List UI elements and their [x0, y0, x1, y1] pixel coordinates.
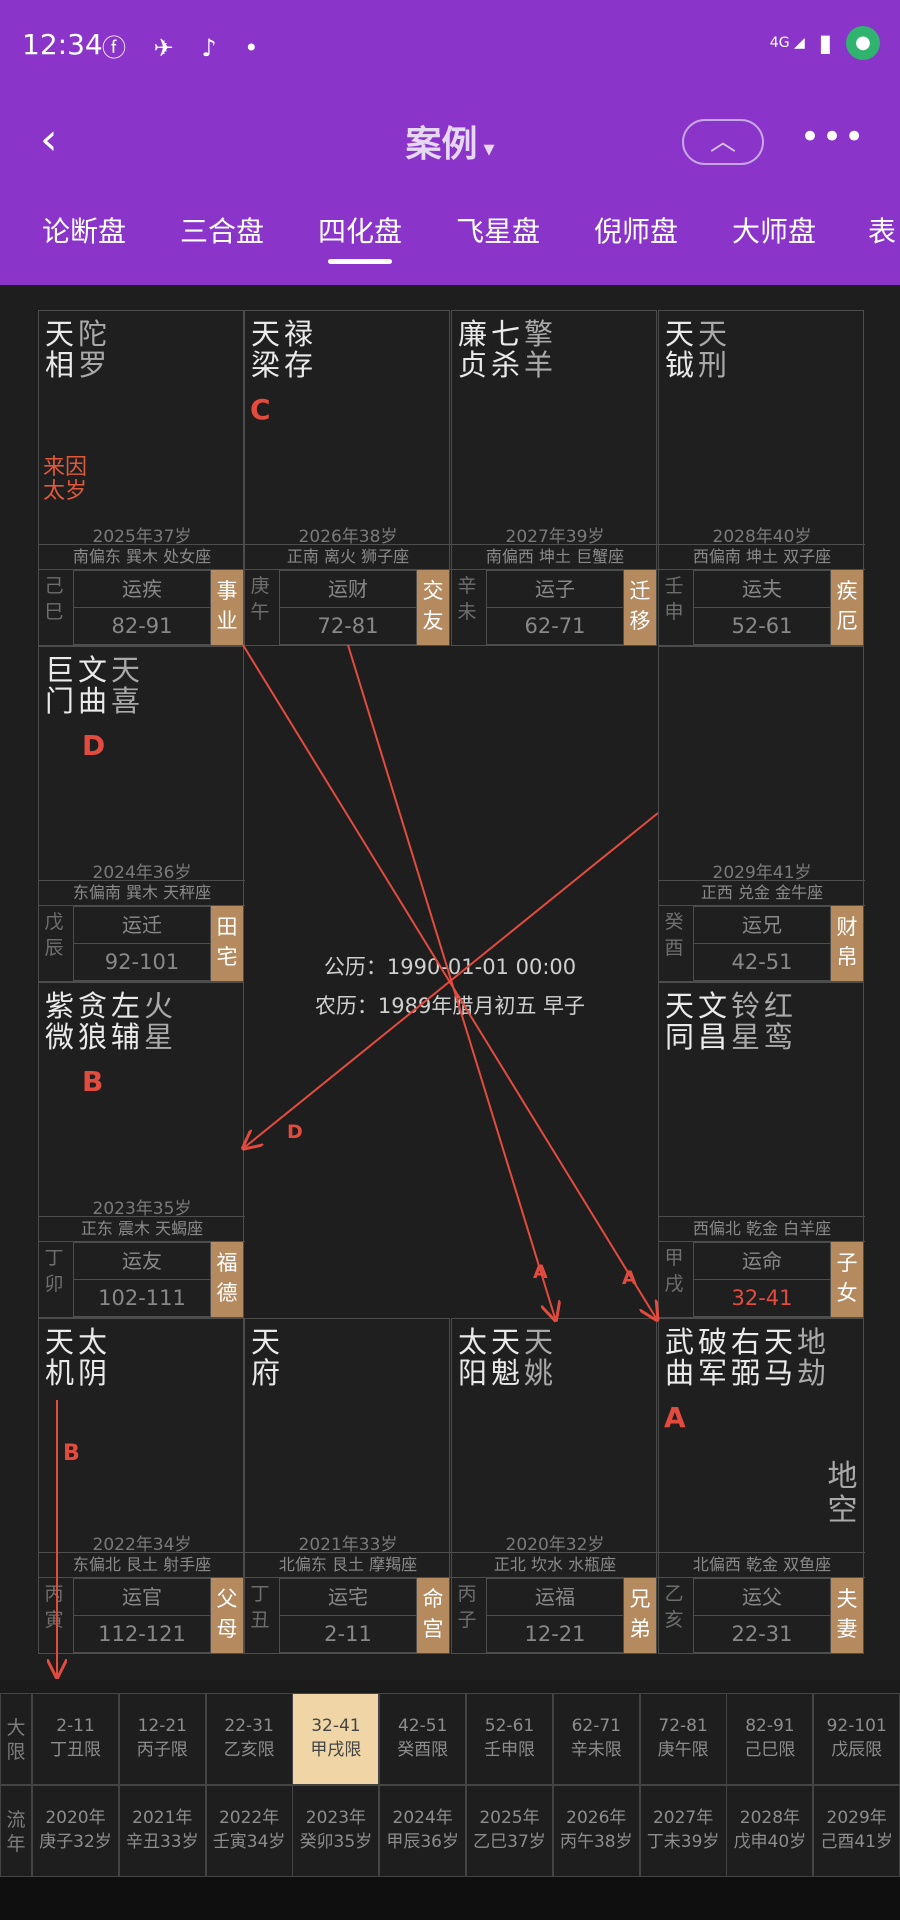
- daxian-top: 52-61: [484, 1716, 535, 1736]
- tab-nishi[interactable]: 倪师盘: [594, 210, 678, 250]
- liunian-top: 2026年: [566, 1808, 627, 1828]
- daxian-cell[interactable]: 92-101 戊辰限: [813, 1693, 900, 1785]
- liunian-bottom: 壬寅34岁: [212, 1832, 286, 1852]
- tab-sihua[interactable]: 四化盘: [318, 210, 402, 264]
- liunian-cell[interactable]: 2022年壬寅34岁: [205, 1785, 293, 1877]
- liunian-top: 2023年: [305, 1808, 367, 1828]
- liunian-top: 2022年: [218, 1808, 280, 1828]
- daxian-bottom: 庚午限: [657, 1740, 709, 1760]
- sihua-mark: B: [82, 1065, 104, 1098]
- liunian-top: 2024年: [392, 1808, 453, 1828]
- liunian-bottom: 癸卯35岁: [299, 1832, 373, 1852]
- timeline: 大限 2-11 丁丑限 12-21 丙子限 22-31 乙亥限 32-41 甲戌限 42-51 癸…: [0, 1693, 900, 1877]
- chevron-down-icon: ▾: [483, 137, 495, 162]
- liunian-label: 流年: [0, 1785, 32, 1877]
- signal-icon: 4G ◢: [769, 35, 805, 51]
- liunian-cell[interactable]: 2024年甲辰36岁: [379, 1785, 467, 1877]
- arrow-a2: [242, 644, 656, 1318]
- liunian-cell[interactable]: 2029年己酉41岁: [813, 1785, 900, 1877]
- liunian-cell[interactable]: 2028年戊申40岁: [726, 1785, 814, 1877]
- system-navbar: [0, 1877, 900, 1920]
- arrow-label-a2: A: [622, 1267, 637, 1289]
- tab-more[interactable]: 表: [868, 210, 900, 250]
- liunian-top: 2025年: [479, 1808, 540, 1828]
- sihua-mark: D: [82, 729, 106, 762]
- daxian-bottom: 丙子限: [136, 1740, 188, 1760]
- liunian-bottom: 甲辰36岁: [386, 1832, 459, 1852]
- sihua-arrows: D A A B: [0, 644, 900, 1680]
- liunian-top: 2021年: [132, 1808, 193, 1828]
- liunian-cell[interactable]: 2027年丁未39岁: [639, 1785, 727, 1877]
- daxian-cell[interactable]: 42-51 癸酉限: [379, 1693, 467, 1785]
- chart-board: 天相 陀罗 来因太岁 2025年37岁 南偏东 巽木 处女座 己巳 运疾 82-91 事业 天梁禄…: [0, 285, 900, 1680]
- daxian-bottom: 甲戌限: [310, 1740, 362, 1760]
- daxian-bottom: 丁丑限: [50, 1740, 101, 1760]
- liunian-bottom: 庚子32岁: [39, 1832, 112, 1852]
- mic-icon: ●: [846, 26, 880, 60]
- arrow-label-a1: A: [533, 1261, 548, 1283]
- title-text: 案例: [405, 124, 478, 165]
- collapse-button[interactable]: ︿: [682, 119, 764, 165]
- liunian-bottom: 乙巳37岁: [473, 1832, 546, 1852]
- daxian-cell[interactable]: 32-41 甲戌限: [292, 1693, 380, 1785]
- liunian-bottom: 丙午38岁: [559, 1832, 633, 1852]
- daxian-top: 62-71: [571, 1716, 621, 1736]
- daxian-top: 22-31: [224, 1716, 274, 1736]
- daxian-cell[interactable]: 72-81 庚午限: [639, 1693, 727, 1785]
- liunian-cell[interactable]: 2025年乙巳37岁: [466, 1785, 553, 1877]
- liunian-cell[interactable]: 2021年辛丑33岁: [118, 1785, 206, 1877]
- daxian-row: 大限 2-11 丁丑限 12-21 丙子限 22-31 乙亥限 32-41 甲戌限 42-51 癸…: [0, 1693, 900, 1785]
- daxian-bottom: 辛未限: [570, 1740, 622, 1760]
- sihua-mark: A: [664, 1401, 686, 1434]
- daxian-bottom: 己巳限: [744, 1740, 796, 1760]
- daxian-bottom: 癸酉限: [397, 1740, 449, 1760]
- liunian-bottom: 辛丑33岁: [125, 1832, 199, 1852]
- daxian-bottom: 壬申限: [484, 1740, 535, 1760]
- liunian-top: 2029年: [826, 1808, 887, 1828]
- daxian-bottom: 戊辰限: [831, 1740, 883, 1760]
- liunian-bottom: 丁未39岁: [646, 1832, 720, 1852]
- liunian-bottom: 戊申40岁: [733, 1832, 807, 1852]
- liunian-bottom: 己酉41岁: [820, 1832, 893, 1852]
- tab-lunduan[interactable]: 论断盘: [42, 210, 126, 250]
- daxian-cell[interactable]: 62-71 辛未限: [552, 1693, 640, 1785]
- daxian-top: 92-101: [826, 1716, 887, 1736]
- arrow-label-d: D: [287, 1121, 303, 1143]
- liunian-cell[interactable]: 2020年庚子32岁: [32, 1785, 119, 1877]
- liunian-row: 流年 2020年 庚子32岁 2021年 辛丑33岁 2022年 壬寅34岁 2023年 癸卯…: [0, 1785, 900, 1877]
- arrow-label-b: B: [63, 1441, 80, 1466]
- more-icon[interactable]: •••: [800, 117, 866, 157]
- status-bar: 12:34 ⓕ ✈ ♪ • 4G ◢ ▮ ●: [0, 0, 900, 95]
- tab-sanhe[interactable]: 三合盘: [180, 210, 264, 250]
- daxian-top: 2-11: [56, 1716, 95, 1736]
- tab-bar: 论断盘 三合盘 四化盘 飞星盘 倪师盘 大师盘 表: [0, 210, 900, 270]
- header: ‹ 案例 ▾ ︿ ••• 论断盘 三合盘 四化盘 飞星盘 倪师盘 大师盘 表: [0, 95, 900, 285]
- daxian-cell[interactable]: 52-61 壬申限: [466, 1693, 553, 1785]
- daxian-cell[interactable]: 12-21 丙子限: [118, 1693, 206, 1785]
- liunian-cell[interactable]: 2026年丙午38岁: [552, 1785, 640, 1877]
- daxian-bottom: 乙亥限: [223, 1740, 275, 1760]
- daxian-top: 82-91: [745, 1716, 795, 1736]
- sihua-mark: C: [250, 393, 271, 426]
- battery-icon: ▮: [818, 29, 832, 57]
- daxian-cell[interactable]: 2-11 丁丑限: [32, 1693, 119, 1785]
- daxian-top: 72-81: [658, 1716, 708, 1736]
- liunian-cell[interactable]: 2023年癸卯35岁: [292, 1785, 380, 1877]
- daxian-cell[interactable]: 82-91 己巳限: [726, 1693, 814, 1785]
- liunian-top: 2020年: [45, 1808, 106, 1828]
- page-title[interactable]: 案例 ▾: [0, 115, 900, 167]
- daxian-label: 大限: [0, 1693, 32, 1785]
- tab-dashi[interactable]: 大师盘: [732, 210, 816, 250]
- liunian-top: 2027年: [652, 1808, 714, 1828]
- daxian-top: 12-21: [137, 1716, 187, 1736]
- system-icons: 4G ◢ ▮ ●: [770, 26, 880, 60]
- notification-icons: ⓕ ✈ ♪ •: [102, 34, 269, 62]
- arrow-a1: [347, 644, 555, 1318]
- status-time: 12:34: [22, 28, 103, 61]
- tab-feixing[interactable]: 飞星盘: [456, 210, 540, 250]
- daxian-top: 32-41: [311, 1716, 361, 1736]
- liunian-top: 2028年: [739, 1808, 801, 1828]
- daxian-top: 42-51: [397, 1716, 448, 1736]
- daxian-cell[interactable]: 22-31 乙亥限: [205, 1693, 293, 1785]
